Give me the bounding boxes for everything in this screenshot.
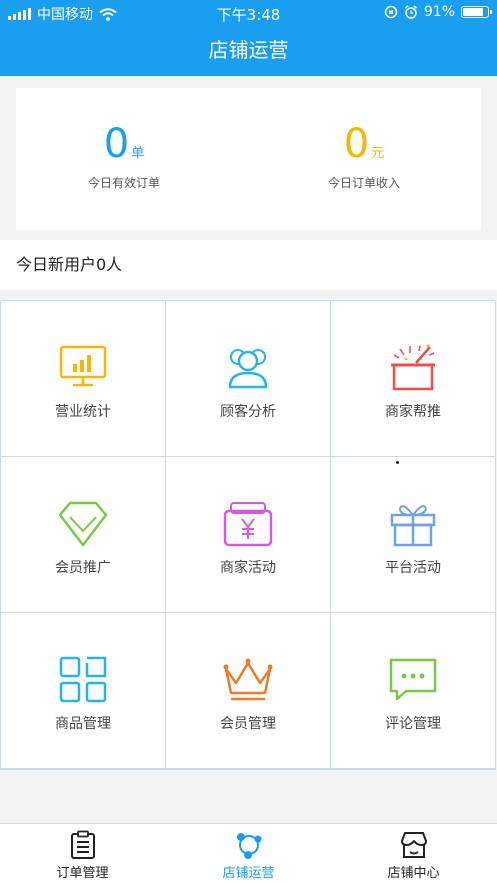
- clipboard-icon: [70, 830, 95, 859]
- grid-item-label: 营业统计: [55, 404, 111, 420]
- grid-icon: [59, 656, 107, 703]
- gift-box-icon: [391, 344, 435, 391]
- grid-item-label: 会员管理: [220, 716, 276, 732]
- stat-valid-orders[interactable]: 0单 今日有效订单: [24, 120, 224, 191]
- grid-item-label: 评论管理: [385, 716, 441, 732]
- grid-item-review-management[interactable]: 评论管理: [331, 613, 496, 769]
- tab-label: 店铺运营: [222, 866, 275, 881]
- tab-store-center[interactable]: 店铺中心: [331, 824, 496, 883]
- grid-item-merchant-promotion[interactable]: 商家帮推: [331, 301, 496, 457]
- stat-order-income[interactable]: 0元 今日订单收入: [264, 120, 464, 191]
- tab-label: 订单管理: [56, 866, 109, 881]
- orders-label: 今日有效订单: [87, 176, 160, 190]
- grid-item-member-management[interactable]: 会员管理: [166, 613, 331, 769]
- orders-unit: 单: [131, 146, 145, 161]
- tab-order-management[interactable]: 订单管理: [0, 824, 165, 883]
- status-bar: 中国移动 下午3:48 91%: [0, 0, 497, 26]
- grid-item-merchant-activity[interactable]: 商家活动: [166, 457, 331, 613]
- crown-icon: [223, 658, 273, 701]
- grid-item-product-management[interactable]: 商品管理: [1, 613, 166, 769]
- battery-icon: [461, 6, 492, 18]
- grid-item-label: 商品管理: [55, 716, 111, 732]
- present-icon: [390, 505, 436, 547]
- customers-icon: [228, 349, 268, 389]
- page-title: 店铺运营: [208, 38, 289, 62]
- stray-dot: [396, 461, 399, 464]
- stats-card: 0单 今日有效订单 0元 今日订单收入: [16, 88, 481, 230]
- grid-item-business-stats[interactable]: 营业统计: [1, 301, 166, 457]
- grid-item-customer-analysis[interactable]: 顾客分析: [166, 301, 331, 457]
- grid-item-label: 顾客分析: [220, 404, 276, 420]
- tab-store-operations[interactable]: 店铺运营: [166, 824, 331, 883]
- rotation-lock-icon: [384, 5, 398, 19]
- tab-label: 店铺中心: [387, 866, 440, 881]
- grid-item-platform-activity[interactable]: 平台活动: [331, 457, 496, 613]
- income-unit: 元: [371, 146, 385, 161]
- grid-item-member-promotion[interactable]: 会员推广: [1, 457, 166, 613]
- nav-bar: 店铺运营: [0, 26, 497, 76]
- alarm-icon: [404, 5, 417, 19]
- orders-count: 0: [103, 121, 130, 167]
- chart-monitor-icon: [59, 345, 107, 387]
- function-grid: 营业统计 顾客分析 商家帮推 会员推广 商家活动 平台活动 商品管理 会员管理 …: [0, 300, 496, 770]
- income-label: 今日订单收入: [327, 176, 400, 190]
- store-icon: [400, 832, 427, 858]
- grid-item-label: 平台活动: [385, 560, 441, 576]
- grid-item-label: 商家活动: [220, 560, 276, 576]
- comment-icon: [389, 658, 437, 701]
- income-amount: 0: [343, 121, 370, 167]
- grid-item-label: 商家帮推: [385, 404, 441, 420]
- grid-item-label: 会员推广: [55, 560, 111, 576]
- new-users-text: 今日新用户0人: [16, 255, 123, 274]
- operations-icon: [236, 833, 261, 859]
- battery-percent: 91%: [423, 4, 455, 20]
- tab-bar: 订单管理 店铺运营 店铺中心: [0, 823, 497, 883]
- diamond-icon: [58, 501, 108, 547]
- new-users-row: 今日新用户0人: [0, 240, 497, 290]
- wallet-yen-icon: [223, 502, 273, 547]
